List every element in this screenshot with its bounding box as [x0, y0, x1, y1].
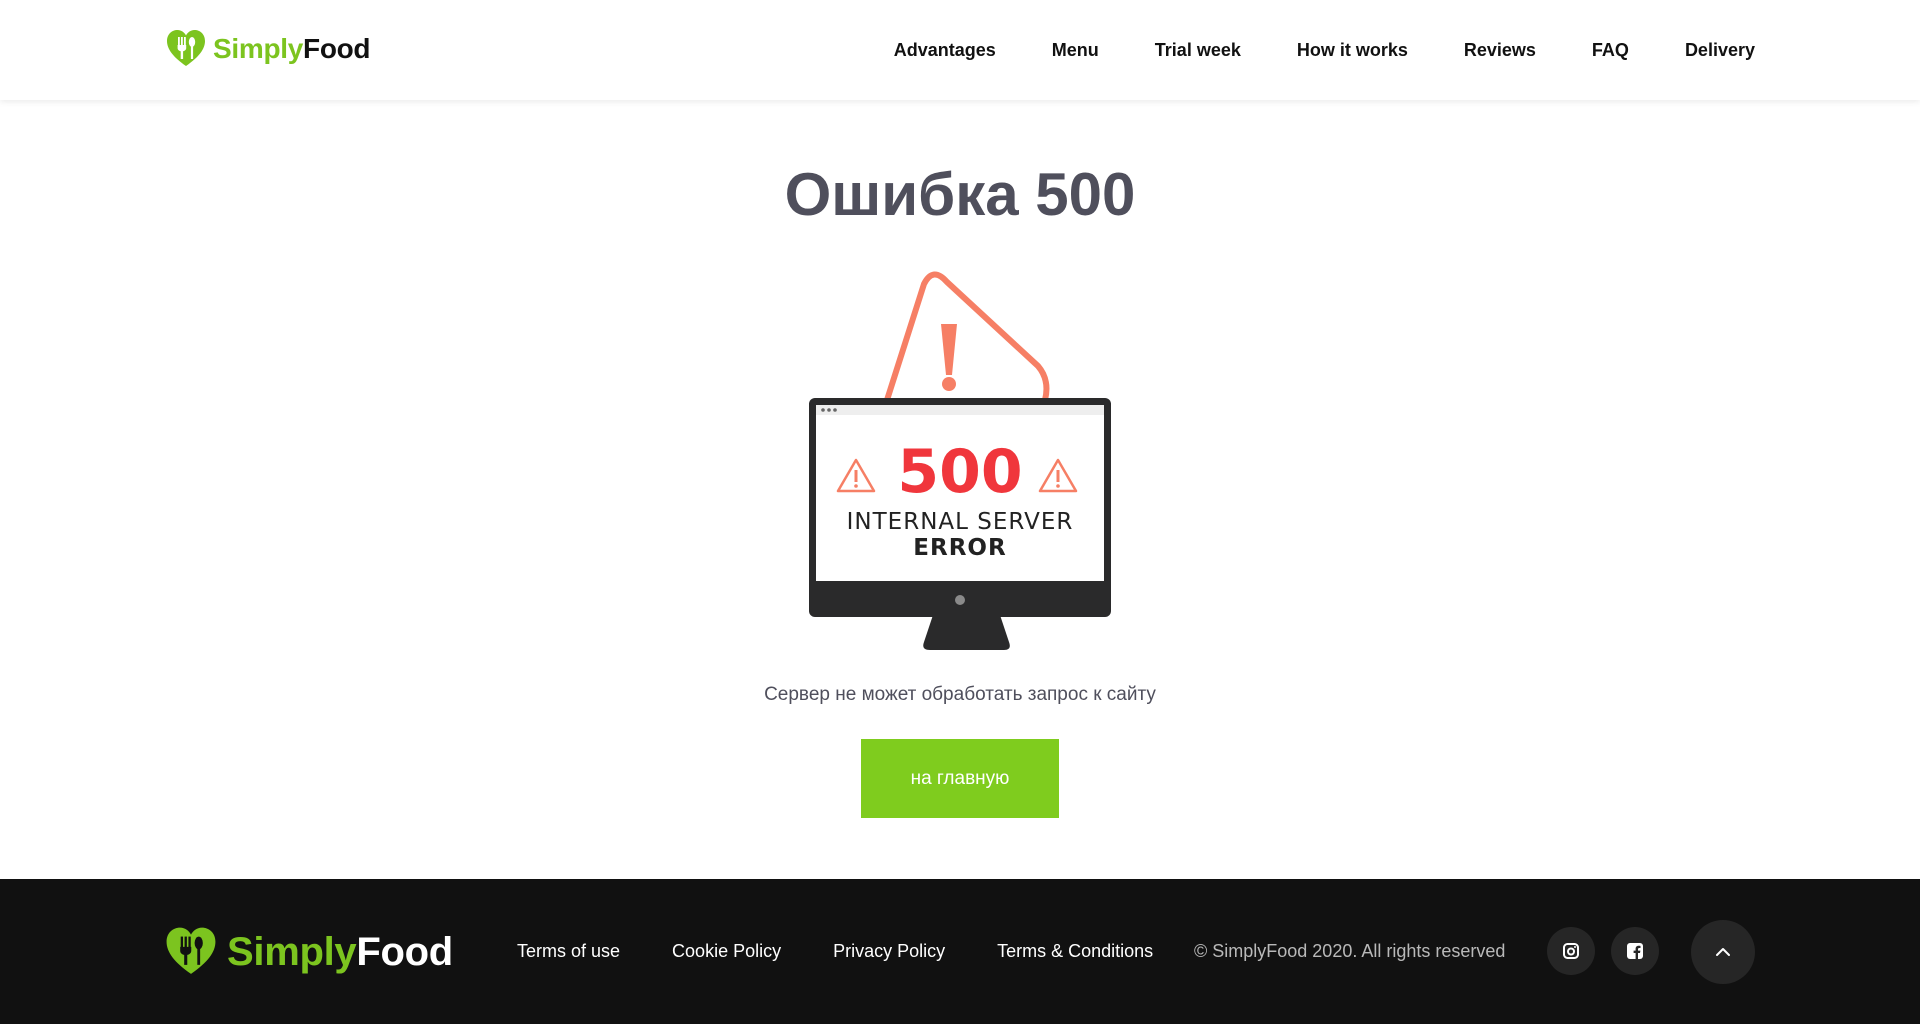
- footer-links: Terms of use Cookie Policy Privacy Polic…: [517, 879, 1205, 1024]
- home-button[interactable]: на главную: [861, 739, 1059, 818]
- logo-text-food: Food: [356, 929, 453, 974]
- facebook-icon: [1627, 943, 1643, 959]
- warning-triangle-icon: [884, 271, 1050, 403]
- heart-fork-spoon-icon: [167, 30, 205, 66]
- nav-item-advantages[interactable]: Advantages: [894, 40, 996, 61]
- page-title: Ошибка 500: [784, 161, 1136, 228]
- footer-link-terms-of-use[interactable]: Terms of use: [517, 941, 620, 962]
- instagram-icon: [1563, 943, 1579, 959]
- nav-item-delivery[interactable]: Delivery: [1685, 40, 1755, 61]
- nav-item-trial-week[interactable]: Trial week: [1155, 40, 1241, 61]
- facebook-button[interactable]: [1611, 927, 1659, 975]
- error-line-1: INTERNAL SERVER: [847, 509, 1074, 535]
- error-500-illustration: 500 INTERNAL SERVER ERROR: [809, 271, 1111, 650]
- scroll-top-button[interactable]: [1691, 920, 1755, 984]
- error-code: 500: [897, 437, 1022, 507]
- footer-link-terms-conditions[interactable]: Terms & Conditions: [997, 941, 1153, 962]
- footer-link-privacy-policy[interactable]: Privacy Policy: [833, 941, 945, 962]
- copyright-text: © SimplyFood 2020. All rights reserved: [1194, 941, 1506, 961]
- site-footer: SimplyFood Terms of use Cookie Policy Pr…: [0, 879, 1920, 1024]
- footer-logo-text: SimplyFood: [227, 930, 453, 975]
- heart-fork-spoon-icon: [166, 927, 216, 974]
- instagram-button[interactable]: [1547, 927, 1595, 975]
- header-logo[interactable]: SimplyFood: [165, 28, 371, 70]
- nav-item-reviews[interactable]: Reviews: [1464, 40, 1536, 61]
- footer-link-cookie-policy[interactable]: Cookie Policy: [672, 941, 781, 962]
- header-logo-text: SimplyFood: [213, 33, 371, 65]
- logo-text-simply: Simply: [213, 33, 304, 64]
- nav-item-how-it-works[interactable]: How it works: [1297, 40, 1408, 61]
- nav-item-faq[interactable]: FAQ: [1592, 40, 1629, 61]
- site-header: SimplyFood Advantages Menu Trial week Ho…: [0, 0, 1920, 100]
- logo-text-simply: Simply: [227, 929, 357, 974]
- chevron-up-icon: [1716, 948, 1730, 956]
- footer-logo[interactable]: SimplyFood: [163, 925, 453, 979]
- error-line-2: ERROR: [913, 535, 1006, 561]
- nav-item-menu[interactable]: Menu: [1052, 40, 1099, 61]
- error-message: Сервер не может обработать запрос к сайт…: [764, 684, 1156, 705]
- main-nav: Advantages Menu Trial week How it works …: [838, 0, 1755, 100]
- logo-text-food: Food: [303, 33, 371, 64]
